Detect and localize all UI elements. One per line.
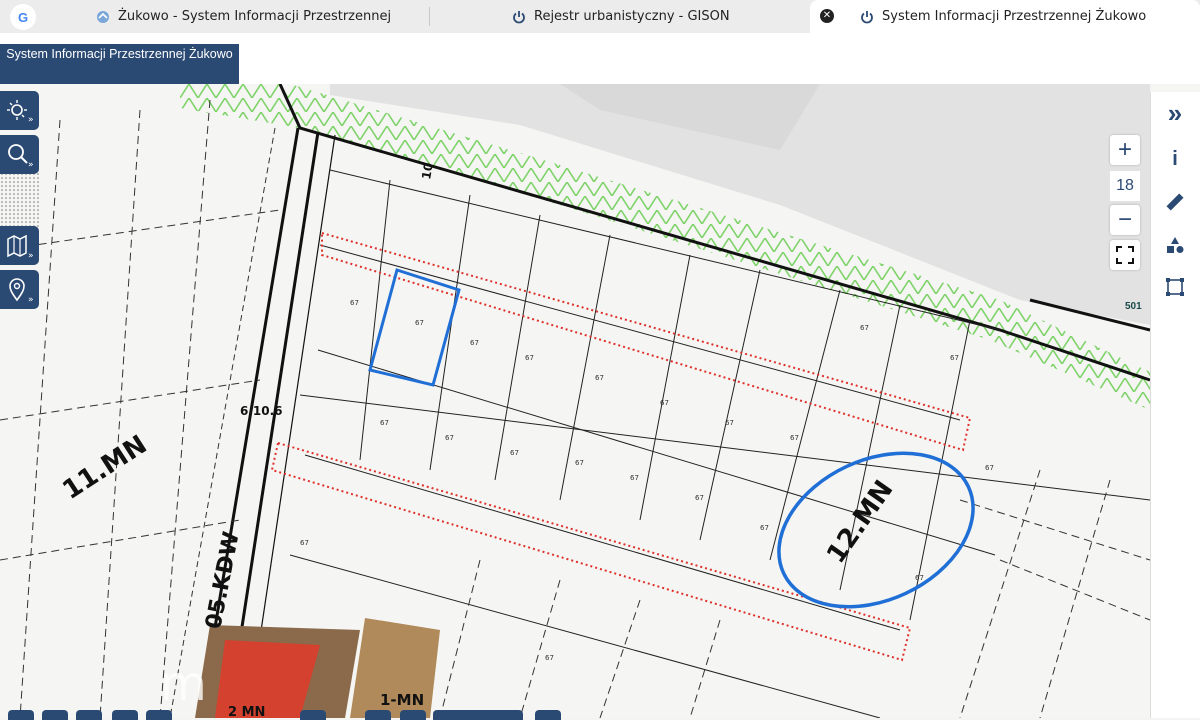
- tab-close-icon[interactable]: ✕: [820, 9, 834, 23]
- location-pin-icon: »: [8, 277, 34, 305]
- bottom-tool[interactable]: [76, 710, 102, 720]
- sun-icon: »: [6, 99, 34, 125]
- svg-text:67: 67: [595, 374, 604, 382]
- bottom-tool[interactable]: [535, 710, 561, 720]
- search-icon: »: [7, 143, 34, 170]
- svg-text:»: »: [28, 160, 34, 170]
- info-icon[interactable]: i: [1160, 144, 1190, 174]
- svg-text:67: 67: [445, 434, 454, 442]
- bottom-tool[interactable]: [300, 710, 326, 720]
- zoom-in-button[interactable]: +: [1110, 135, 1140, 165]
- tab-separator: [429, 7, 430, 26]
- tab-rejestr-gison[interactable]: Rejestr urbanistyczny - GISON: [512, 0, 730, 33]
- svg-text:67: 67: [660, 399, 669, 407]
- svg-text:67: 67: [950, 354, 959, 362]
- map-tool[interactable]: »: [0, 226, 39, 265]
- svg-text:67: 67: [575, 459, 584, 467]
- tab-zukowo-sip[interactable]: Żukowo - System Informacji Przestrzennej: [96, 0, 391, 33]
- power-icon: [512, 10, 526, 24]
- svg-text:67: 67: [695, 494, 704, 502]
- svg-text:»: »: [28, 251, 34, 261]
- svg-text:67: 67: [300, 539, 309, 547]
- zoom-out-button[interactable]: −: [1110, 205, 1140, 235]
- svg-text:67: 67: [725, 419, 734, 427]
- site-favicon-icon: [96, 10, 110, 24]
- map-badge-501: 501: [1125, 301, 1142, 312]
- tab-label: System Informacji Przestrzennej Żukowo: [882, 9, 1147, 24]
- svg-text:»: »: [28, 115, 34, 125]
- road-label-610: 6.10.6: [240, 404, 283, 418]
- layers-light-tool[interactable]: »: [0, 91, 39, 130]
- svg-text:»: »: [28, 295, 34, 305]
- tab-label: Rejestr urbanistyczny - GISON: [534, 9, 730, 24]
- tab-sip-zukowo-active[interactable]: System Informacji Przestrzennej Żukowo: [810, 0, 1200, 33]
- header-strip: [239, 33, 1200, 84]
- select-area-icon[interactable]: [1160, 272, 1190, 302]
- bottom-tool-wide[interactable]: [433, 710, 523, 720]
- svg-text:67: 67: [760, 524, 769, 532]
- svg-text:67: 67: [630, 474, 639, 482]
- zone-label-11mn: 11.MN: [57, 430, 152, 506]
- right-toolbar: » i: [1150, 92, 1200, 718]
- svg-text:67: 67: [545, 654, 554, 662]
- map-icon: »: [6, 234, 34, 261]
- svg-text:67: 67: [790, 434, 799, 442]
- svg-text:67: 67: [985, 464, 994, 472]
- zone-label-2mn: 2 MN: [228, 705, 265, 718]
- fullscreen-button[interactable]: [1110, 240, 1140, 270]
- bottom-tool[interactable]: [365, 710, 391, 720]
- svg-text:67: 67: [915, 574, 924, 582]
- browser-tab-bar: G Żukowo - System Informacji Przestrzenn…: [0, 0, 1200, 34]
- zoom-level: 18: [1110, 171, 1140, 201]
- bottom-tool[interactable]: [400, 710, 426, 720]
- ruler-icon[interactable]: [1160, 187, 1190, 217]
- zone-label-1mn: 1-MN: [380, 691, 424, 709]
- bottom-tool[interactable]: [112, 710, 138, 720]
- google-logo-icon[interactable]: G: [10, 4, 36, 30]
- fullscreen-icon: [1116, 246, 1134, 264]
- svg-text:67: 67: [415, 319, 424, 327]
- watermark: m: [160, 656, 207, 712]
- svg-text:67: 67: [350, 299, 359, 307]
- bottom-tool[interactable]: [146, 710, 172, 720]
- shapes-icon[interactable]: [1160, 230, 1190, 260]
- location-tool[interactable]: »: [0, 270, 39, 309]
- power-icon: [860, 10, 874, 24]
- selected-parcel[interactable]: [368, 268, 461, 387]
- svg-text:67: 67: [470, 339, 479, 347]
- road-label-10: 10: [419, 162, 436, 181]
- map-canvas[interactable]: 67 67 67 67 67 67 67 67 67 67 67 67 67 67 67 67 67 6…: [0, 84, 1200, 718]
- app-title: System Informacji Przestrzennej Żukowo: [0, 44, 239, 84]
- bottom-tool[interactable]: [8, 710, 34, 720]
- svg-text:67: 67: [525, 354, 534, 362]
- collapse-panel-icon[interactable]: »: [1160, 98, 1190, 128]
- svg-text:67: 67: [510, 449, 519, 457]
- svg-text:67: 67: [860, 324, 869, 332]
- tab-label: Żukowo - System Informacji Przestrzennej: [118, 9, 392, 24]
- svg-text:67: 67: [380, 419, 389, 427]
- map-drawing: 67 67 67 67 67 67 67 67 67 67 67 67 67 67 67 67 67 6…: [0, 84, 1151, 718]
- road-label-05kdw: 05.KDW: [201, 530, 244, 632]
- bottom-tool[interactable]: [42, 710, 68, 720]
- search-tool[interactable]: »: [0, 135, 39, 174]
- header-strip: [0, 33, 239, 44]
